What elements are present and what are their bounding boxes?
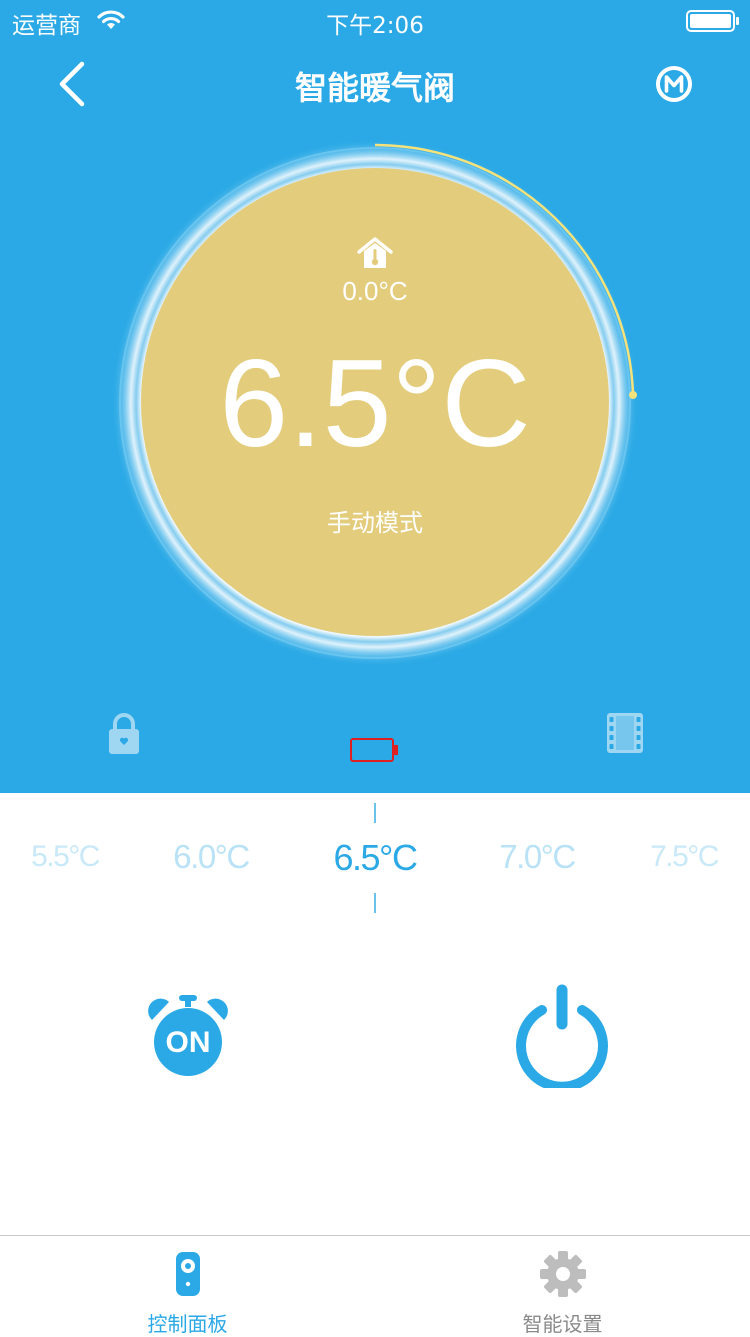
picker-indicator-bottom: [374, 893, 376, 913]
window-film-icon[interactable]: [605, 711, 645, 755]
status-time: 下午2:06: [326, 13, 424, 39]
picker-option[interactable]: 5.5°C: [0, 840, 135, 874]
timer-label: ON: [166, 1026, 211, 1059]
picker-option[interactable]: 7.5°C: [614, 840, 750, 874]
picker-option-selected[interactable]: 6.5°C: [305, 837, 445, 879]
remote-control-icon: [175, 1252, 200, 1296]
tab-smart-settings[interactable]: 智能设置: [375, 1236, 750, 1336]
home-thermometer-icon: [357, 237, 393, 268]
set-temperature: 6.5°C: [219, 335, 531, 473]
lock-icon[interactable]: [104, 710, 144, 756]
tab-label: 智能设置: [522, 1312, 603, 1336]
temperature-picker[interactable]: 5.5°C 6.0°C 6.5°C 7.0°C 7.5°C: [0, 793, 750, 923]
mode-button[interactable]: [652, 62, 696, 106]
tab-label: 控制面板: [147, 1312, 228, 1336]
picker-option[interactable]: 7.0°C: [467, 838, 607, 876]
status-bar: 运营商 下午2:06: [0, 0, 750, 40]
mode-label: 手动模式: [327, 509, 423, 537]
navigation-bar: 智能暖气阀: [0, 40, 750, 128]
timer-button[interactable]: ON: [146, 994, 230, 1080]
gear-icon: [539, 1251, 586, 1297]
tab-control-panel[interactable]: 控制面板: [0, 1236, 375, 1336]
battery-low-icon: [350, 738, 398, 762]
page-title: 智能暖气阀: [294, 69, 455, 107]
power-button[interactable]: [514, 984, 610, 1088]
battery-full-icon: [686, 10, 739, 32]
picker-option[interactable]: 6.0°C: [141, 838, 281, 876]
power-icon: [516, 984, 608, 1088]
mode-m-icon: [656, 66, 692, 102]
picker-indicator-top: [374, 803, 376, 823]
tab-bar: 控制面板 智能设置: [0, 1235, 750, 1336]
room-temperature: 0.0°C: [342, 276, 408, 306]
